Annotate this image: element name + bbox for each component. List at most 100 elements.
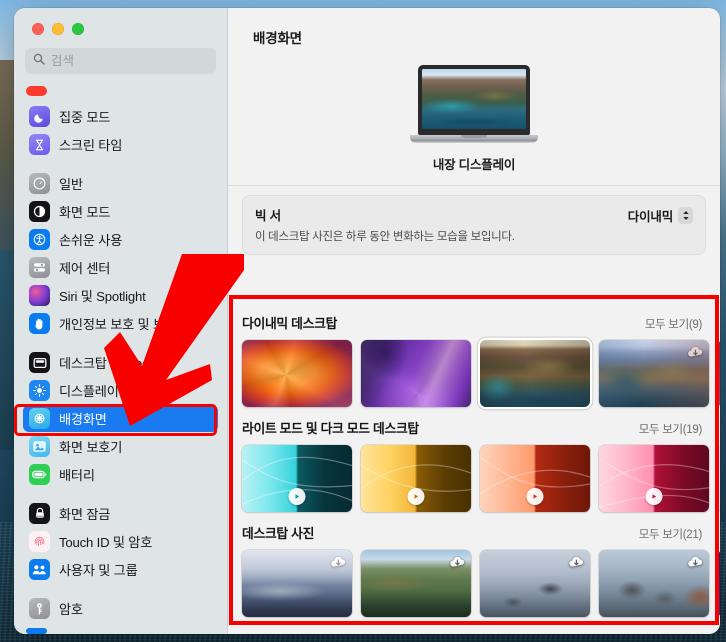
light-dark-orange-wallpaper[interactable] [480,445,590,512]
show-all-link[interactable]: 모두 보기(19) [639,421,703,437]
ventura-wallpaper[interactable] [242,340,352,407]
battery-icon [29,464,50,485]
sidebar-item-control-center[interactable]: 제어 센터 [23,254,218,281]
lock-screen-icon [29,503,50,524]
download-icon[interactable] [568,554,585,569]
gallery-row [228,332,720,407]
sidebar-item-label: 손쉬운 사용 [59,233,123,248]
photo-hills-wallpaper[interactable] [361,550,471,617]
close-button[interactable] [32,23,44,35]
sidebar-item-label: 사용자 및 그룹 [59,563,138,578]
show-all-link[interactable]: 모두 보기(21) [639,526,703,542]
sidebar-item-partial-bottom[interactable] [26,628,218,634]
gallery-section-title: 다이내믹 데스크탑 [242,316,338,331]
sidebar-item-label: Touch ID 및 암호 [59,535,153,550]
touch-id-icon [29,531,50,552]
sidebar-item-accessibility[interactable]: 손쉬운 사용 [23,226,218,253]
sidebar-item-appearance[interactable]: 화면 모드 [23,198,218,225]
gallery-section-photos: 데스크탑 사진 모두 보기(21) [228,512,720,617]
current-wallpaper-description: 이 데스크탑 사진은 하루 동안 변화하는 모습을 보입니다. [255,231,515,243]
accessibility-icon [29,229,50,250]
search-field[interactable] [25,48,216,74]
sidebar-item-screen-time[interactable]: 스크린 타임 [23,131,218,158]
sidebar-item-label: 제어 센터 [59,261,111,276]
wallpaper-mode-popup[interactable]: 다이내믹 [628,206,693,225]
sidebar-item-touch-id[interactable]: Touch ID 및 암호 [23,528,218,555]
minimize-button[interactable] [52,23,64,35]
download-icon[interactable] [687,554,704,569]
sidebar-divider-3 [23,489,218,500]
appearance-icon [29,201,50,222]
light-dark-pink-wallpaper[interactable] [599,445,709,512]
gallery-section-dynamic: 다이내믹 데스크탑 모두 보기(9) [228,304,720,407]
photo-coast-wallpaper[interactable] [599,550,709,617]
sidebar-item-siri-spotlight[interactable]: Siri 및 Spotlight [23,282,218,309]
sidebar-divider-4 [23,584,218,595]
sidebar-item-wallpaper[interactable]: 배경화면 [23,405,218,432]
sidebar-item-label: 일반 [59,177,83,192]
display-preview[interactable]: 내장 디스플레이 [228,47,720,173]
gallery-row [228,437,720,512]
download-icon[interactable] [687,344,704,359]
gallery-section-header: 라이트 모드 및 다크 모드 데스크탑 모두 보기(19) [228,418,720,437]
current-wallpaper-card: 빅 서 이 데스크탑 사진은 하루 동안 변화하는 모습을 보입니다. 다이내믹 [242,195,706,255]
zoom-button[interactable] [72,23,84,35]
sidebar-item-displays[interactable]: 디스플레이 [23,377,218,404]
moon-icon [29,106,50,127]
sidebar-item-users-groups[interactable]: 사용자 및 그룹 [23,556,218,583]
gallery-section-light-dark: 라이트 모드 및 다크 모드 데스크탑 모두 보기(19) [228,407,720,512]
download-icon[interactable] [449,554,466,569]
big-sur-wallpaper[interactable] [480,340,590,407]
mojave-wallpaper[interactable] [718,340,720,407]
sidebar-item-privacy-security[interactable]: 개인정보 보호 및 보안 [23,310,218,337]
sidebar-item-label: 집중 모드 [59,110,111,125]
gallery-section-header: 데스크탑 사진 모두 보기(21) [228,523,720,542]
sidebar-item-screensaver[interactable]: 화면 보호기 [23,433,218,460]
sidebar-item-battery[interactable]: 배터리 [23,461,218,488]
users-groups-icon [29,559,50,580]
system-settings-window: 집중 모드 스크린 타임 [14,8,720,634]
gallery-section-title: 라이트 모드 및 다크 모드 데스크탑 [242,421,419,436]
macbook-illustration [410,65,538,143]
catalina-wallpaper[interactable] [599,340,709,407]
monterey-wallpaper[interactable] [361,340,471,407]
light-dark-blue-wallpaper[interactable] [242,445,352,512]
show-all-link[interactable]: 모두 보기(9) [645,316,702,332]
sidebar-item-label: 화면 보호기 [59,440,123,455]
sidebar-item-label: 배경화면 [59,412,107,427]
light-dark-yellow-wallpaper[interactable] [361,445,471,512]
play-icon[interactable] [407,488,425,505]
light-dark-purple-wallpaper[interactable] [718,445,720,512]
page-title: 배경화면 [253,31,302,46]
search-icon [33,52,45,70]
sidebar-item-lock-screen[interactable]: 화면 잠금 [23,500,218,527]
gear-icon [29,173,50,194]
chevron-up-down-icon [678,207,693,224]
brightness-icon [29,380,50,401]
sidebar-item-focus[interactable]: 집중 모드 [23,103,218,130]
sidebar-item-label: 화면 모드 [59,205,111,220]
sidebar-divider-1 [23,159,218,170]
window-controls [14,8,227,35]
download-icon[interactable] [330,554,347,569]
macbook-screen-wallpaper [422,69,526,129]
sidebar-item-label: 배터리 [59,468,95,483]
play-icon[interactable] [288,488,306,505]
sidebar-item-desktop-dock[interactable]: 데스크탑 및 Dock [23,349,218,376]
wallpaper-gallery[interactable]: 다이내믹 데스크탑 모두 보기(9) 라이트 모드 및 다크 모드 데스크탑 모… [228,304,720,634]
sidebar-list[interactable]: 집중 모드 스크린 타임 일반 화면 모드 손쉬운 사용 제어 센터 Siri … [14,86,227,634]
search-input[interactable] [51,54,208,68]
sidebar-item-general[interactable]: 일반 [23,170,218,197]
display-name-label: 내장 디스플레이 [432,158,516,172]
photo-mist-wallpaper[interactable] [242,550,352,617]
main-content: 배경화면 내장 디스플레이 빅 서 이 데스크탑 사진은 하루 동안 변화하는 … [228,8,720,634]
photo-blue-wallpaper[interactable] [718,550,720,617]
macbook-lid [418,65,530,135]
sidebar-divider-2 [23,338,218,349]
play-icon[interactable] [526,488,544,505]
photo-sea-wallpaper[interactable] [480,550,590,617]
gallery-section-title: 데스크탑 사진 [242,526,315,541]
sidebar-item-label: 스크린 타임 [59,138,123,153]
sidebar-item-passwords[interactable]: 암호 [23,595,218,622]
play-icon[interactable] [645,488,663,505]
